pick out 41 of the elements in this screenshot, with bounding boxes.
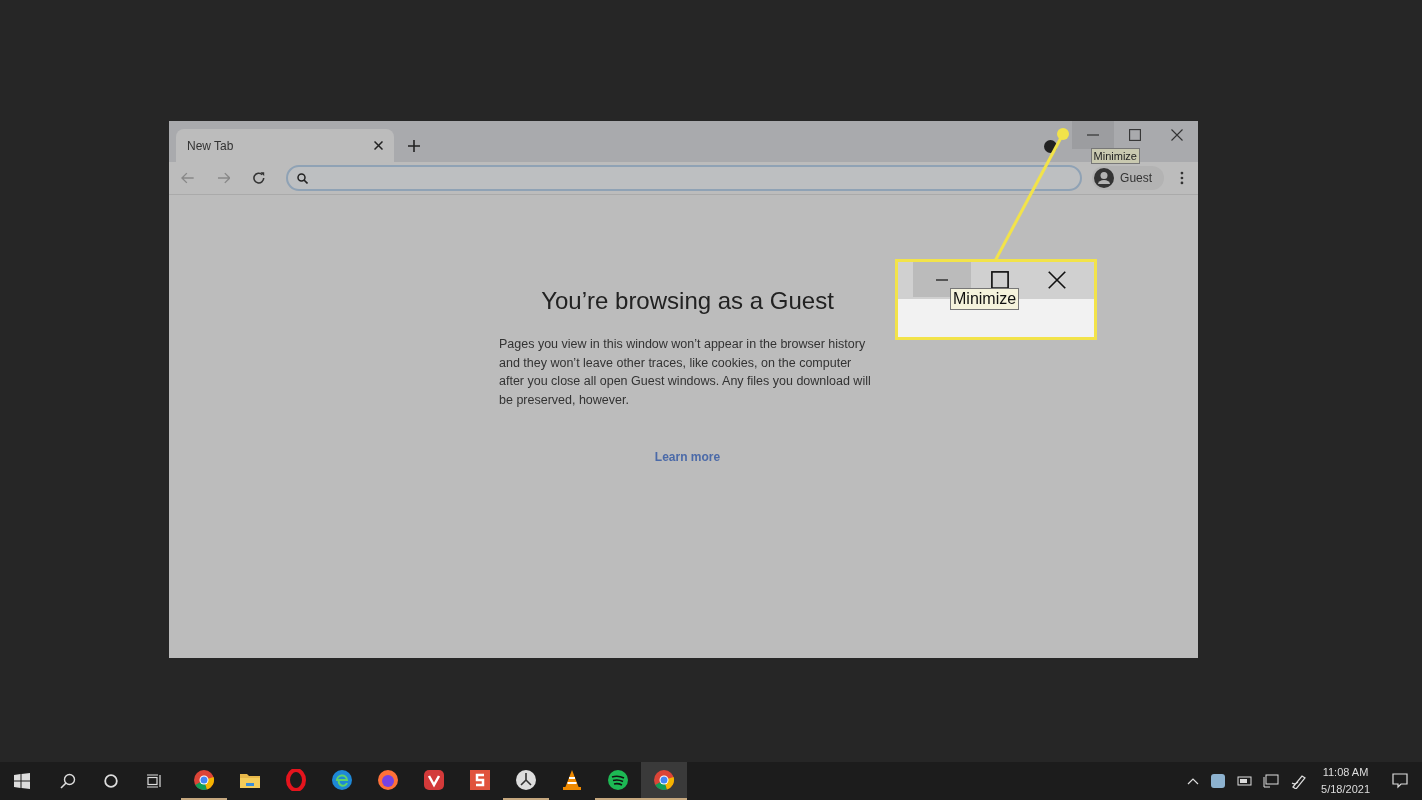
browser-tab[interactable]: New Tab <box>176 129 394 162</box>
pen-icon[interactable] <box>1291 773 1308 789</box>
battery-icon[interactable] <box>1237 776 1254 786</box>
close-icon <box>1171 129 1183 141</box>
task-view-icon[interactable] <box>146 774 162 788</box>
person-icon <box>1094 168 1115 188</box>
notification-icon[interactable] <box>1392 773 1408 789</box>
close-icon <box>1048 270 1067 289</box>
tray-app-icon[interactable] <box>1211 774 1226 788</box>
chevron-up-icon[interactable] <box>1187 777 1200 785</box>
monitor-icon[interactable] <box>1263 774 1280 788</box>
browser-icon <box>653 769 675 791</box>
close-icon[interactable] <box>374 141 383 150</box>
search-icon[interactable] <box>60 773 76 789</box>
v-icon <box>423 769 445 791</box>
plus-icon[interactable] <box>408 140 420 152</box>
maximize-icon <box>1129 129 1141 141</box>
maximize-icon <box>990 270 1009 289</box>
s-tile-icon <box>469 769 491 791</box>
clock-date: 5/18/2021 <box>1321 782 1370 797</box>
sound-waves-icon <box>607 769 629 791</box>
tab-title: New Tab <box>187 137 234 155</box>
minimize-icon <box>1087 134 1099 136</box>
circle-icon[interactable] <box>104 774 118 788</box>
page-description: Pages you view in this window won’t appear in the browser history and they won’t leave other traces, like cookies, on the computer after you close all open Guest windows. Any files you download will be preserved, however. <box>499 336 872 409</box>
tooltip: Minimize <box>1090 148 1140 164</box>
fox-globe-icon <box>377 769 399 791</box>
cone-icon <box>561 769 583 791</box>
taskbar-app-button[interactable] <box>641 762 687 800</box>
ring-icon <box>285 769 307 791</box>
reload-icon[interactable] <box>252 171 266 185</box>
clock-icon <box>515 769 537 791</box>
clock-time: 11:08 AM <box>1322 765 1369 780</box>
windows-logo-icon[interactable] <box>14 773 30 789</box>
profile-button[interactable]: Guest <box>1092 166 1165 190</box>
page-heading: You’re browsing as a Guest <box>540 286 835 316</box>
more-menu-icon[interactable] <box>1180 171 1185 185</box>
tooltip: Minimize <box>950 288 1020 310</box>
search-icon <box>296 172 308 184</box>
swirl-icon <box>331 769 353 791</box>
browser-icon <box>193 769 215 791</box>
